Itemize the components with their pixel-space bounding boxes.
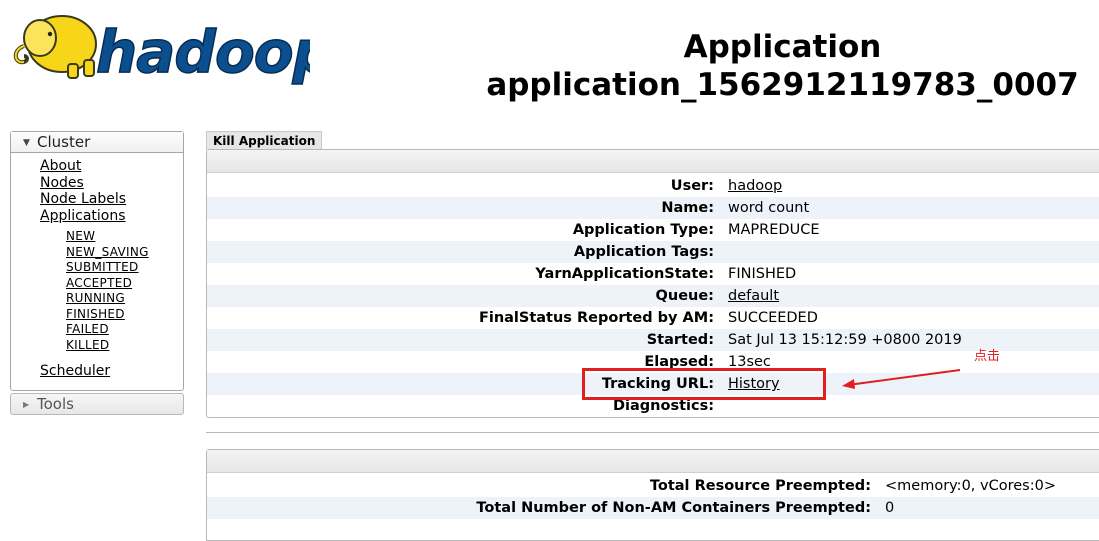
kill-application-button[interactable]: Kill Application [206,131,322,150]
nav-link-node-labels[interactable]: Node Labels [40,191,183,208]
info-value: SUCCEEDED [728,307,818,329]
annotation-click-label: 点击 [974,345,1000,364]
info-label: Application Type: [573,219,714,241]
info-row-yarn-state: YarnApplicationState: FINISHED [207,263,1099,285]
metric-row-resource-preempted: Total Resource Preempted: <memory:0, vCo… [207,475,1099,497]
info-value: word count [728,197,809,219]
nav-tools-header[interactable]: ▶Tools [10,393,184,415]
nav-link-running[interactable]: RUNNING [66,291,183,307]
page-title-line2: application_1562912119783_0007 [420,66,1099,104]
queue-link[interactable]: default [728,285,779,307]
nav-link-new-saving[interactable]: NEW_SAVING [66,245,183,261]
nav-link-new[interactable]: NEW [66,229,183,245]
nav-link-submitted[interactable]: SUBMITTED [66,260,183,276]
annotation-highlight-box [582,368,826,400]
metric-value: <memory:0, vCores:0> [885,475,1056,497]
page-title: Application application_1562912119783_00… [420,28,1099,104]
info-label: User: [671,175,714,197]
caret-right-icon: ▶ [23,395,37,415]
user-link[interactable]: hadoop [728,175,782,197]
nav-link-about[interactable]: About [40,158,183,175]
logo-wordmark: hadoop [96,18,310,86]
info-row-final-status: FinalStatus Reported by AM: SUCCEEDED [207,307,1099,329]
nav-link-finished[interactable]: FINISHED [66,307,183,323]
nav-link-failed[interactable]: FAILED [66,322,183,338]
info-row-started: Started: Sat Jul 13 15:12:59 +0800 2019 [207,329,1099,351]
info-value: FINISHED [728,263,796,285]
nav-link-nodes[interactable]: Nodes [40,175,183,192]
info-row-queue: Queue: default [207,285,1099,307]
info-label: FinalStatus Reported by AM: [479,307,714,329]
nav-cluster-header[interactable]: ▼Cluster [11,132,183,153]
info-value: Sat Jul 13 15:12:59 +0800 2019 [728,329,962,351]
nav-link-scheduler[interactable]: Scheduler [40,363,183,380]
section-divider [206,432,1099,433]
panel-header: A [207,150,1099,173]
metric-value: 0 [885,497,894,519]
metric-label: Total Resource Preempted: [650,475,871,497]
nav-link-killed[interactable]: KILLED [66,338,183,354]
metric-row-non-am-preempted: Total Number of Non-AM Containers Preemp… [207,497,1099,519]
page-title-line1: Application [420,28,1099,66]
application-metrics-panel: Total Resource Preempted: <memory:0, vCo… [206,449,1099,541]
panel-header [207,450,1099,473]
annotation-arrow-icon [838,365,968,391]
metric-label: Total Number of Non-AM Containers Preemp… [476,497,871,519]
hadoop-logo: hadoop [10,6,310,86]
nav-cluster-label: Cluster [37,133,90,151]
info-row-user: User: hadoop [207,175,1099,197]
info-row-application-tags: Application Tags: [207,241,1099,263]
nav-tools-label: Tools [37,395,74,413]
info-label: Started: [647,329,714,351]
info-label: Application Tags: [574,241,714,263]
nav-cluster-section: ▼Cluster About Nodes Node Labels Applica… [10,131,184,391]
info-row-name: Name: word count [207,197,1099,219]
info-value: MAPREDUCE [728,219,819,241]
caret-down-icon: ▼ [23,133,37,153]
info-label: Queue: [656,285,714,307]
nav-link-applications[interactable]: Applications [40,208,183,225]
nav-link-accepted[interactable]: ACCEPTED [66,276,183,292]
info-label: YarnApplicationState: [535,263,714,285]
info-label: Name: [661,197,714,219]
info-row-application-type: Application Type: MAPREDUCE [207,219,1099,241]
elephant-icon [16,16,96,78]
